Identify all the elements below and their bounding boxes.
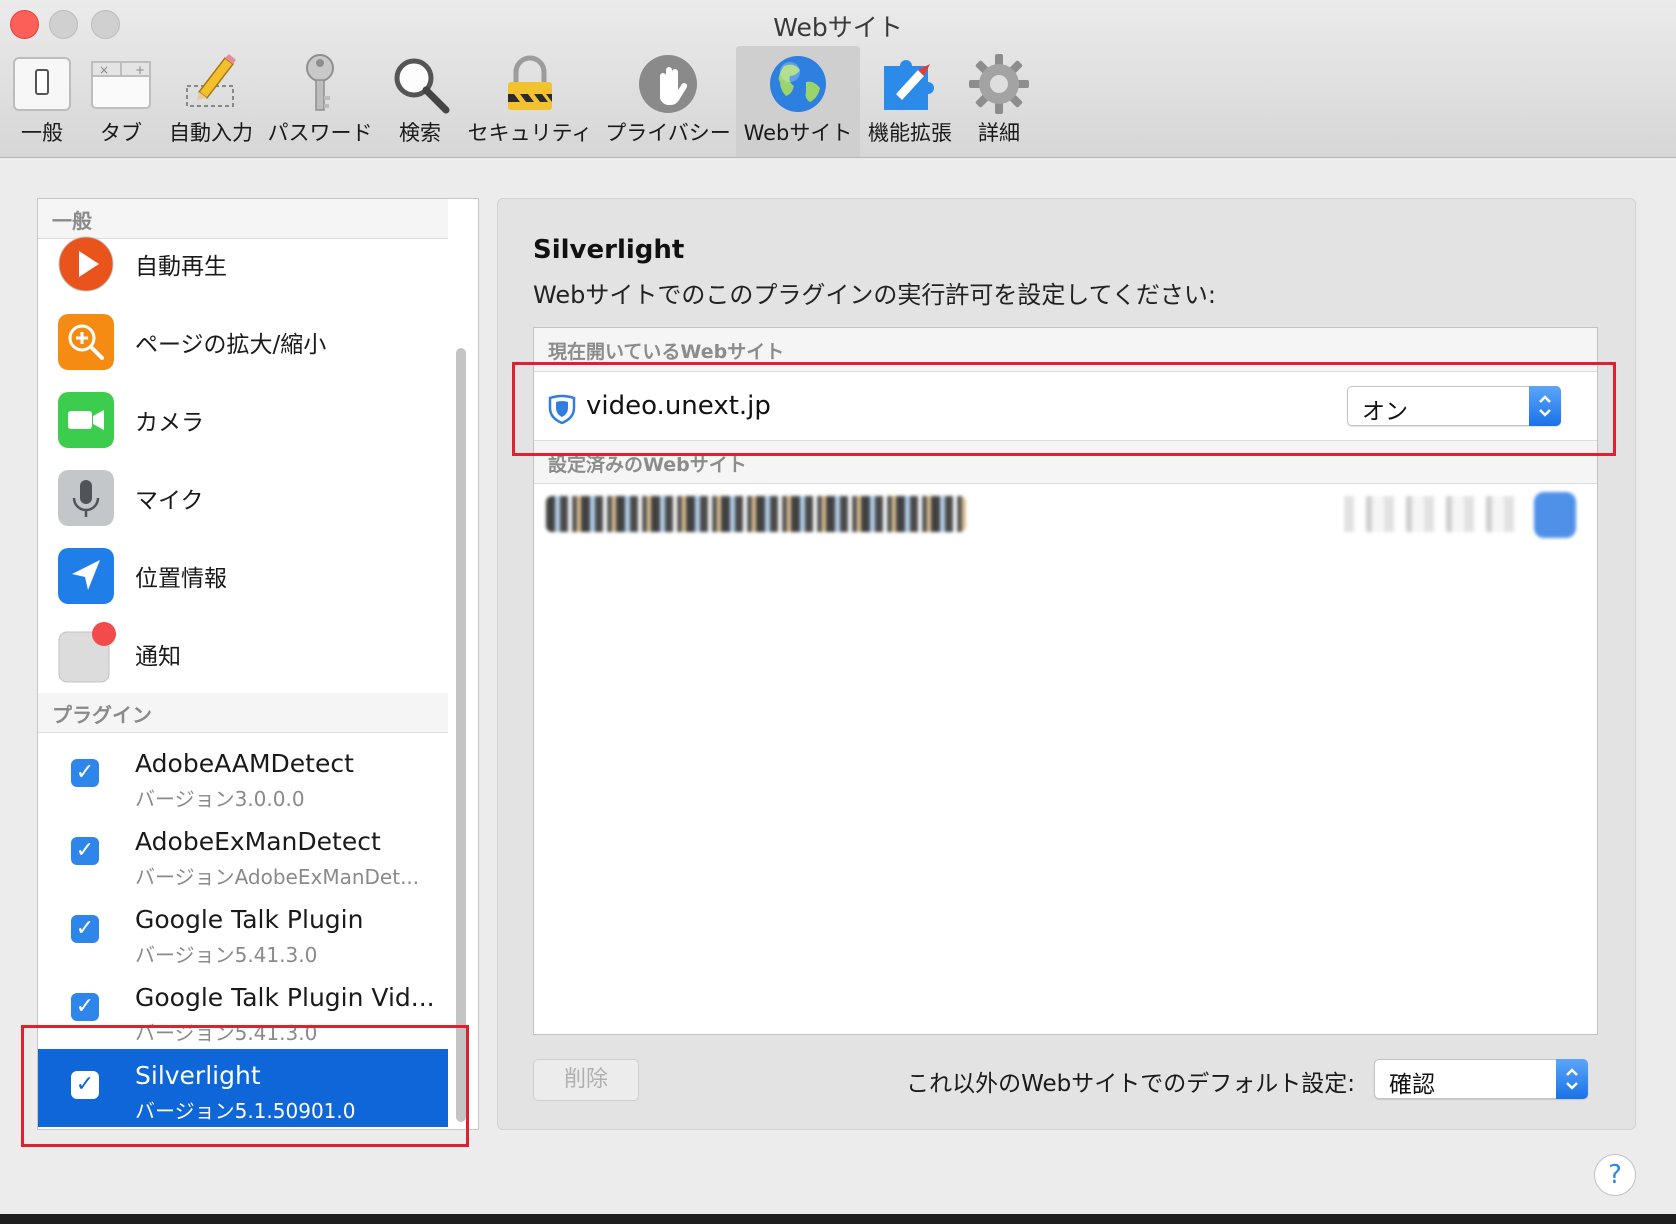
toolbar-label: セキュリティ: [467, 121, 593, 145]
highlight-box: [512, 362, 1616, 456]
checkbox[interactable]: ✓: [71, 837, 99, 865]
plugin-name: AdobeExManDetect: [135, 827, 381, 856]
plugin-row[interactable]: ✓ AdobeAAMDetect バージョン3.0.0.0: [38, 737, 448, 815]
plugin-row[interactable]: ✓ AdobeExManDetect バージョンAdobeExManDet...: [38, 815, 448, 893]
sidebar-item-camera[interactable]: カメラ: [38, 381, 448, 459]
sidebar-item-label: 自動再生: [135, 254, 227, 280]
sidebar-item-label: ページの拡大/縮小: [135, 332, 327, 358]
toolbar-tab-general[interactable]: 一般: [6, 46, 78, 157]
gear-icon: [969, 54, 1029, 114]
redacted-popup-arrows: [1534, 492, 1576, 538]
checkbox[interactable]: ✓: [71, 993, 99, 1021]
toolbar-tab-advanced[interactable]: 詳細: [962, 46, 1036, 157]
sidebar-item-location[interactable]: 位置情報: [38, 537, 448, 615]
sidebar-item-label: カメラ: [135, 410, 204, 436]
toolbar-tab-extensions[interactable]: 機能拡張: [866, 46, 954, 157]
default-setting-popup[interactable]: 確認: [1374, 1059, 1588, 1099]
updown-arrows-icon: [1556, 1059, 1588, 1099]
toolbar-tab-passwords[interactable]: パスワード: [264, 46, 376, 157]
svg-text:+: +: [135, 63, 145, 77]
toolbar-tab-websites[interactable]: Webサイト: [736, 46, 860, 157]
plugin-row[interactable]: ✓ Google Talk Plugin バージョン5.41.3.0: [38, 893, 448, 971]
redacted-setting: [1344, 496, 1524, 532]
plugin-version: バージョン5.41.3.0: [135, 943, 318, 967]
switch-icon: [13, 57, 71, 111]
puzzle-compass-icon: [884, 60, 934, 110]
hand-icon: [639, 55, 697, 113]
sidebar-item-microphone[interactable]: マイク: [38, 459, 448, 537]
toolbar-label: Webサイト: [743, 121, 853, 145]
toolbar-label: 検索: [399, 121, 441, 145]
sidebar-item-label: 通知: [135, 644, 181, 670]
toolbar-label: プライバシー: [605, 121, 731, 145]
preferences-window: Webサイト 一般 × + タブ 自動入力 パスワード 検索 セキュリティ プラ…: [0, 0, 1676, 1214]
highlight-box: [21, 1025, 469, 1147]
plugin-settings-panel: Silverlight Webサイトでのこのプラグインの実行許可を設定してくださ…: [497, 198, 1636, 1130]
site-row-redacted[interactable]: [534, 486, 1597, 554]
plugin-version: バージョンAdobeExManDet...: [135, 865, 420, 889]
tabs-icon: × +: [91, 61, 151, 109]
sidebar-item-page-zoom[interactable]: ページの拡大/縮小: [38, 303, 448, 381]
plugins-section-header: プラグイン: [38, 693, 448, 733]
toolbar-label: 詳細: [978, 121, 1020, 145]
microphone-icon: [58, 470, 114, 526]
plugin-name: Google Talk Plugin Vid...: [135, 983, 435, 1012]
toolbar-tab-autofill[interactable]: 自動入力: [166, 46, 256, 157]
sidebar-item-label: 位置情報: [135, 566, 227, 592]
toolbar-label: 一般: [21, 121, 63, 145]
location-icon: [58, 548, 114, 604]
key-icon: [306, 54, 334, 111]
toolbar-tab-privacy[interactable]: プライバシー: [604, 46, 732, 157]
plugin-name: AdobeAAMDetect: [135, 749, 354, 778]
zoom-icon: [58, 314, 114, 370]
play-icon: [58, 236, 114, 292]
checkbox[interactable]: ✓: [71, 915, 99, 943]
svg-text:×: ×: [99, 63, 109, 77]
sidebar-item-notifications[interactable]: 通知: [38, 615, 448, 693]
redacted-site-name: [546, 496, 966, 532]
toolbar-tab-security[interactable]: セキュリティ: [466, 46, 594, 157]
list-scrollbar[interactable]: [456, 348, 466, 1122]
plugin-version: バージョン3.0.0.0: [135, 787, 305, 811]
default-setting-label: これ以外のWebサイトでのデフォルト設定:: [906, 1071, 1355, 1097]
toolbar: Webサイト 一般 × + タブ 自動入力 パスワード 検索 セキュリティ プラ…: [0, 0, 1676, 158]
toolbar-label: タブ: [100, 121, 142, 145]
toolbar-tab-tabs[interactable]: × + タブ: [84, 46, 158, 157]
plugin-title: Silverlight: [533, 235, 685, 265]
plugin-name: Google Talk Plugin: [135, 905, 364, 934]
globe-icon: [770, 56, 826, 112]
toolbar-label: 自動入力: [169, 121, 253, 145]
notification-icon: [58, 622, 116, 683]
sidebar-item-autoplay[interactable]: 自動再生: [38, 225, 448, 303]
panel-description: Webサイトでのこのプラグインの実行許可を設定してください:: [533, 281, 1216, 309]
delete-button[interactable]: 削除: [533, 1059, 639, 1101]
sidebar-item-label: マイク: [135, 488, 204, 514]
checkbox[interactable]: ✓: [71, 759, 99, 787]
toolbar-label: パスワード: [267, 121, 373, 145]
pencil-icon: [186, 54, 236, 107]
lock-icon: [508, 55, 552, 110]
permission-list[interactable]: 一般 自動再生 ページの拡大/縮小 カメラ マイク 位置情報 通知 プラグイン …: [37, 198, 479, 1130]
help-button[interactable]: ?: [1594, 1154, 1636, 1196]
toolbar-label: 機能拡張: [868, 121, 952, 145]
window-title: Webサイト: [773, 13, 903, 42]
toolbar-tab-search[interactable]: 検索: [384, 46, 456, 157]
camera-icon: [58, 392, 114, 448]
popup-value: 確認: [1389, 1072, 1435, 1098]
magnifier-icon: [394, 58, 450, 114]
